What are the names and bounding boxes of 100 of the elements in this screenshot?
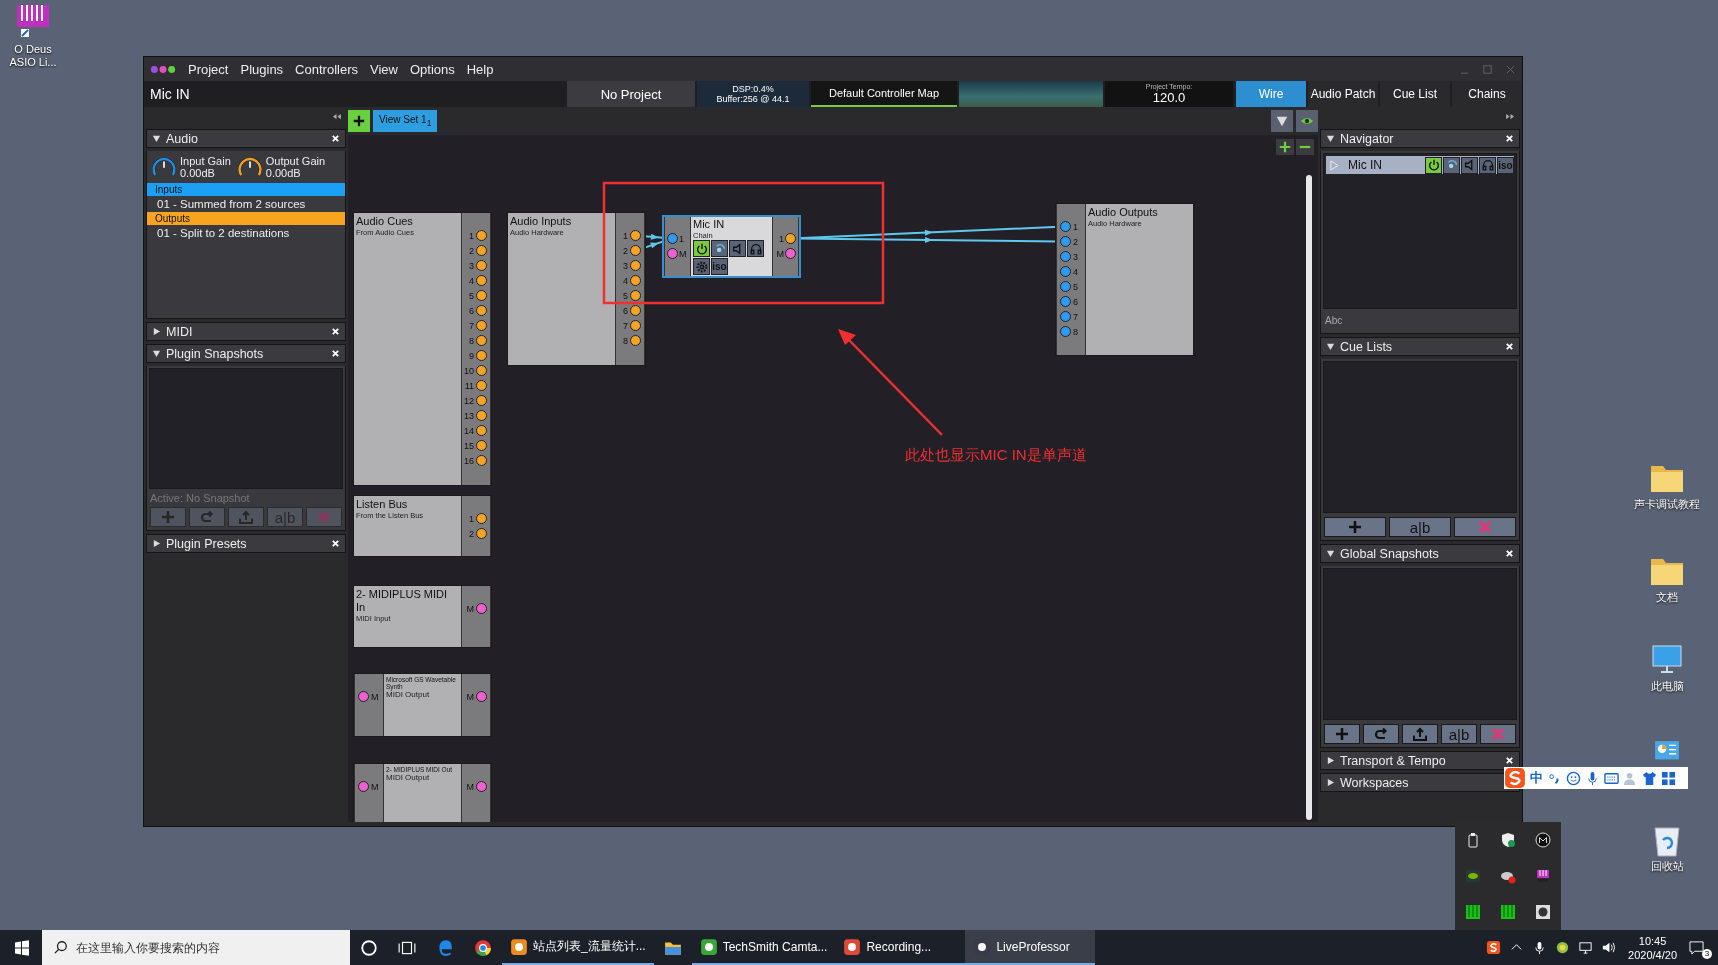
- piano-app-icon[interactable]: [1535, 868, 1552, 884]
- ime-logo-icon[interactable]: [1486, 940, 1502, 955]
- network-icon[interactable]: [1578, 940, 1594, 955]
- power-button[interactable]: [1425, 156, 1442, 174]
- port-connector[interactable]: [630, 260, 641, 271]
- port-connector[interactable]: [1060, 251, 1071, 262]
- zoom-in-button[interactable]: [1276, 139, 1294, 155]
- smiley-icon[interactable]: [1566, 770, 1581, 786]
- desktop-icon-label[interactable]: 此电脑: [1650, 680, 1684, 693]
- view-tab[interactable]: Cue List: [1380, 81, 1450, 107]
- menu-item[interactable]: Controllers: [295, 61, 358, 77]
- port-connector[interactable]: [667, 248, 678, 259]
- project-display[interactable]: No Project: [567, 81, 695, 107]
- port-connector[interactable]: [785, 233, 796, 244]
- port-connector[interactable]: [476, 290, 487, 301]
- menu-item[interactable]: Project: [188, 61, 229, 77]
- collapse-icon[interactable]: [331, 113, 342, 120]
- taskbar-app-button[interactable]: TechSmith Camta...: [691, 930, 836, 965]
- colorful-circle-icon[interactable]: [1555, 940, 1571, 955]
- graphics-driver-icon[interactable]: [1464, 868, 1481, 884]
- panel-header[interactable]: Plugin Presets: [146, 534, 346, 553]
- navigator-row[interactable]: Mic IN iso: [1326, 156, 1514, 174]
- port-connector[interactable]: [476, 410, 487, 421]
- list-item[interactable]: 01 - Summed from 2 sources: [147, 196, 345, 212]
- power-button[interactable]: [693, 240, 710, 257]
- view-tab[interactable]: Audio Patch: [1308, 81, 1378, 107]
- port-connector[interactable]: [630, 230, 641, 241]
- rename-button[interactable]: a|b: [1389, 517, 1451, 537]
- menu-item[interactable]: Plugins: [240, 61, 284, 77]
- browser-e-icon[interactable]: [436, 938, 454, 957]
- effect-button[interactable]: [1443, 156, 1460, 174]
- expand-icon[interactable]: [152, 134, 161, 143]
- expand-icon[interactable]: [1326, 134, 1335, 143]
- grid-icon[interactable]: [1661, 770, 1676, 786]
- keyboard-icon[interactable]: [1604, 770, 1619, 786]
- desktop-icon-label[interactable]: 声卡调试教程: [1634, 498, 1700, 511]
- port-connector[interactable]: [630, 245, 641, 256]
- port-connector[interactable]: [476, 335, 487, 346]
- port-connector[interactable]: [1060, 281, 1071, 292]
- port-connector[interactable]: [1060, 296, 1071, 307]
- ime-mode[interactable]: 中: [1530, 769, 1543, 787]
- port-connector[interactable]: [1060, 326, 1071, 337]
- add-view-button[interactable]: [348, 110, 370, 132]
- controller-map-button[interactable]: Default Controller Map: [811, 81, 957, 107]
- port-connector[interactable]: [476, 691, 487, 702]
- expand-icon[interactable]: [1326, 756, 1335, 765]
- list-item[interactable]: 01 - Split to 2 destinations: [147, 225, 345, 241]
- panel-header[interactable]: Navigator: [1320, 129, 1520, 148]
- port-connector[interactable]: [476, 350, 487, 361]
- browser-circle-icon[interactable]: [474, 938, 492, 957]
- port-connector[interactable]: [358, 691, 369, 702]
- monitor-button[interactable]: [1479, 156, 1496, 174]
- port-connector[interactable]: [476, 440, 487, 451]
- port-connector[interactable]: [476, 320, 487, 331]
- port-connector[interactable]: [785, 248, 796, 259]
- port-connector[interactable]: [1060, 236, 1071, 247]
- desktop-icon-label[interactable]: 文档: [1656, 591, 1678, 604]
- filter-button[interactable]: [1271, 110, 1293, 132]
- panel-header[interactable]: Workspaces: [1320, 773, 1520, 792]
- port-connector[interactable]: [476, 260, 487, 271]
- level-meter-icon[interactable]: [1464, 904, 1481, 920]
- expand-icon[interactable]: [152, 327, 161, 336]
- add-button[interactable]: [1324, 724, 1360, 744]
- expand-icon[interactable]: [1326, 778, 1335, 787]
- port-connector[interactable]: [476, 781, 487, 792]
- effect-button[interactable]: [711, 240, 728, 257]
- port-connector[interactable]: [1060, 266, 1071, 277]
- delete-button[interactable]: [1480, 724, 1516, 744]
- panel-header[interactable]: Global Snapshots: [1320, 544, 1520, 563]
- port-connector[interactable]: [630, 335, 641, 346]
- taskbar-app-button[interactable]: 站点列表_流量统计...: [502, 930, 654, 965]
- desktop-icon-label[interactable]: 回收站: [1650, 860, 1684, 873]
- mute-button[interactable]: [1461, 156, 1478, 174]
- port-connector[interactable]: [476, 528, 487, 539]
- menu-item[interactable]: View: [369, 61, 398, 77]
- circle-logo-icon[interactable]: [1535, 832, 1552, 848]
- scrollbar[interactable]: [1306, 175, 1312, 820]
- panel-header[interactable]: Transport & Tempo: [1320, 751, 1520, 770]
- port-connector[interactable]: [358, 781, 369, 792]
- port-connector[interactable]: [476, 365, 487, 376]
- visibility-button[interactable]: [1296, 110, 1318, 132]
- shield-icon[interactable]: [1500, 832, 1516, 848]
- cortana-icon[interactable]: [360, 938, 378, 957]
- volume-icon[interactable]: [1601, 940, 1617, 955]
- port-connector[interactable]: [476, 275, 487, 286]
- expand-icon[interactable]: [152, 349, 161, 358]
- rename-button[interactable]: a|b: [1441, 724, 1477, 744]
- view-set-tab[interactable]: View Set 1$_{1}$: [373, 110, 438, 132]
- desktop-icon-label[interactable]: O Deus ASIO Li...: [2, 43, 64, 69]
- port-connector[interactable]: [630, 305, 641, 316]
- expand-icon[interactable]: [1326, 342, 1335, 351]
- port-connector[interactable]: [476, 455, 487, 466]
- level-meter-icon[interactable]: [1500, 904, 1516, 920]
- port-connector[interactable]: [1060, 221, 1071, 232]
- windows-start-icon[interactable]: [14, 939, 30, 956]
- expand-icon[interactable]: [1326, 549, 1335, 558]
- port-connector[interactable]: [476, 380, 487, 391]
- panel-header[interactable]: Cue Lists: [1320, 337, 1520, 356]
- port-connector[interactable]: [476, 305, 487, 316]
- export-button[interactable]: [1402, 724, 1438, 744]
